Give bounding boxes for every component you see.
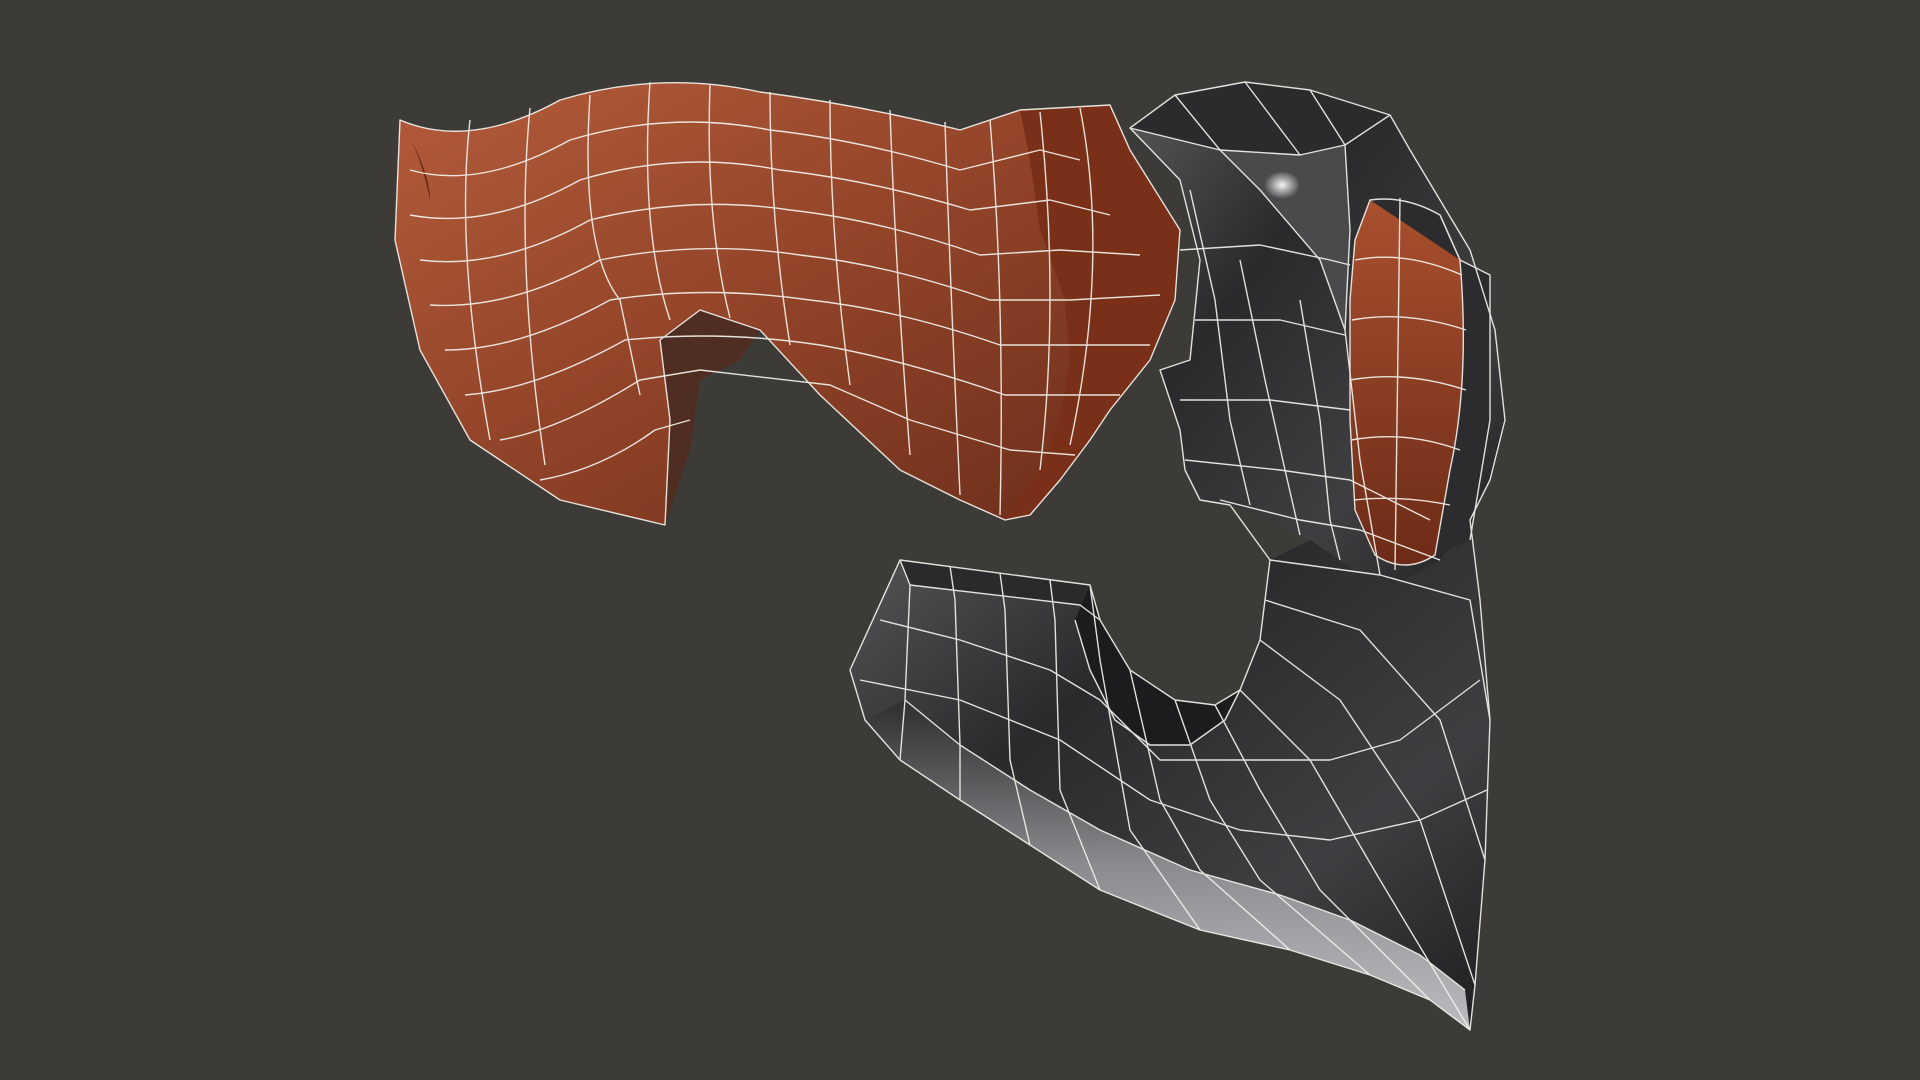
3d-viewport[interactable]	[0, 0, 1920, 1080]
specular-highlight	[1264, 171, 1300, 199]
axe-handle	[395, 82, 1180, 525]
viewport-canvas	[394, 81, 1506, 1031]
